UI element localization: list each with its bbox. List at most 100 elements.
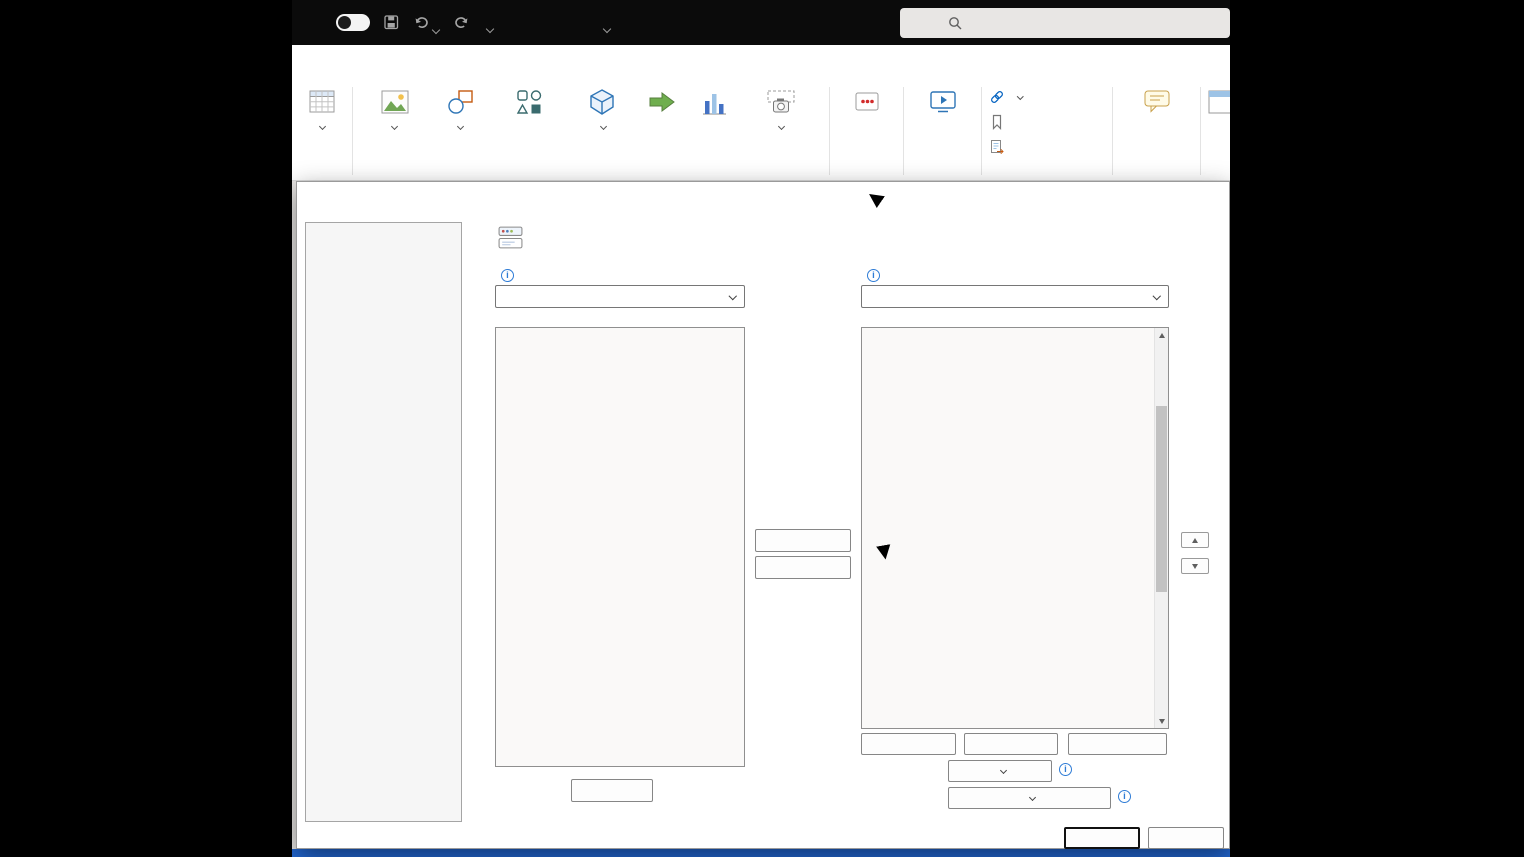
ribbon-button-opmerking[interactable] (1114, 80, 1199, 121)
dropdown-chevron-icon (777, 122, 785, 131)
chevron-down-icon (1152, 291, 1161, 300)
ribbon-button-tabel[interactable] (292, 80, 352, 131)
close-button[interactable] (1193, 187, 1217, 209)
dropdown-chevron-icon (457, 122, 465, 131)
chevron-down-icon (728, 291, 737, 300)
scroll-down-icon[interactable] (1155, 714, 1168, 728)
info-icon[interactable]: i (1118, 790, 1131, 803)
undo-dropdown-icon[interactable] (431, 20, 441, 38)
online-video-icon (928, 85, 958, 119)
group-scannen (831, 80, 902, 180)
down-arrow-icon (1192, 563, 1198, 569)
dropdown-chevron-icon (318, 122, 326, 131)
rename-button[interactable] (1068, 733, 1167, 755)
customize-ribbon-label: i (861, 266, 880, 282)
group-divider (903, 87, 904, 175)
ribbon (292, 80, 1230, 181)
smartart-icon (648, 85, 677, 119)
choose-commands-label: i (495, 266, 514, 282)
import-export-button[interactable] (948, 787, 1111, 809)
status-bar (292, 849, 1230, 857)
scan-icon (852, 85, 882, 119)
customize-ribbon-icon (497, 224, 524, 254)
ribbon-button-scan[interactable] (831, 80, 902, 121)
group-divider (1112, 87, 1113, 175)
ribbon-button-vormen[interactable] (433, 80, 489, 180)
ok-button[interactable] (1064, 827, 1140, 849)
group-divider (1200, 87, 1201, 175)
chart-icon (700, 85, 728, 119)
shapes-icon (447, 85, 475, 119)
move-down-button[interactable] (1181, 558, 1209, 574)
search-box[interactable] (900, 8, 1230, 38)
redo-icon[interactable] (453, 15, 470, 35)
save-icon[interactable] (384, 15, 399, 35)
table-icon (307, 85, 337, 119)
reset-button[interactable] (948, 760, 1052, 782)
up-arrow-icon (1192, 537, 1198, 543)
help-button[interactable] (1149, 187, 1173, 209)
shortcuts-customize-button[interactable] (571, 779, 653, 802)
group-divider (981, 87, 982, 175)
search-icon (948, 16, 962, 30)
dropdown-chevron-icon (391, 122, 399, 131)
ribbon-button-koptekst[interactable] (1202, 80, 1230, 121)
undo-icon[interactable] (413, 15, 430, 35)
group-koppelingen (983, 80, 1111, 180)
desktop: i i i i (0, 0, 1524, 857)
picture-icon (380, 85, 410, 119)
ribbon-button-smartart[interactable] (634, 80, 691, 180)
autosave-toggle[interactable] (336, 14, 370, 31)
toggle-knob (338, 16, 351, 29)
header-icon (1207, 85, 1230, 119)
new-group-button[interactable] (964, 733, 1058, 755)
link-icon (989, 89, 1005, 105)
move-up-button[interactable] (1181, 532, 1209, 548)
tree-scrollbar[interactable] (1154, 328, 1168, 728)
title-chevron-icon[interactable] (602, 19, 612, 37)
ribbon-button-schermopname[interactable] (737, 80, 825, 180)
ribbon-dropdown[interactable] (861, 285, 1169, 308)
ribbon-button-3d-modellen[interactable] (570, 80, 634, 180)
scrollbar-thumb[interactable] (1156, 406, 1167, 592)
ribbon-button-onlinevideo[interactable] (905, 80, 980, 121)
ribbon-button-kruisverwijzing[interactable] (983, 134, 1111, 159)
new-tab-button[interactable] (861, 733, 956, 755)
ribbon-button-pictogrammen[interactable] (488, 80, 570, 180)
scroll-up-icon[interactable] (1155, 328, 1168, 342)
group-divider (352, 87, 353, 175)
group-divider (829, 87, 830, 175)
info-icon[interactable]: i (867, 269, 880, 282)
dialog-sidebar (305, 222, 462, 822)
commands-listbox[interactable] (495, 327, 745, 767)
icons-icon (515, 85, 543, 119)
ribbon-button-bladwijzer[interactable] (983, 109, 1111, 134)
word-options-dialog: i i i i (296, 181, 1230, 849)
chevron-down-icon (1028, 793, 1037, 801)
ribbon-tab-row (292, 45, 1230, 80)
ribbon-button-grafiek[interactable] (691, 80, 738, 180)
group-tabellen (292, 80, 352, 180)
dropdown-chevron-icon (1017, 93, 1024, 100)
chevron-down-icon (999, 766, 1007, 774)
cancel-button[interactable] (1148, 827, 1224, 849)
ribbon-button-koppeling[interactable] (983, 84, 1111, 109)
group-illustraties (354, 80, 828, 180)
comment-icon (1142, 85, 1172, 119)
cross-reference-icon (989, 139, 1005, 155)
titlebar (292, 0, 1230, 45)
quick-access-chevron-icon[interactable] (485, 19, 495, 37)
ribbon-button-afbeeldingen[interactable] (357, 80, 433, 180)
dropdown-chevron-icon (599, 122, 607, 131)
ribbon-treebox (861, 327, 1169, 729)
group-koptekst (1202, 80, 1230, 180)
remove-button[interactable] (755, 556, 851, 579)
3d-cube-icon (588, 85, 616, 119)
group-media (905, 80, 980, 180)
screenshot-camera-icon (766, 85, 796, 119)
group-opmerkingen (1114, 80, 1199, 180)
info-icon[interactable]: i (1059, 763, 1072, 776)
add-button[interactable] (755, 529, 851, 552)
info-icon[interactable]: i (501, 269, 514, 282)
commands-dropdown[interactable] (495, 285, 745, 308)
